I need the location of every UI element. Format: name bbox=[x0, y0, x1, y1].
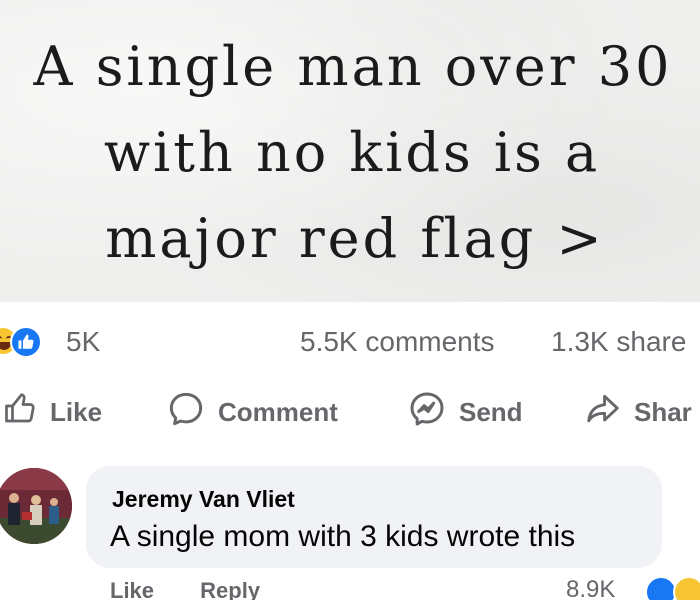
comment-reaction-count[interactable]: 8.9K bbox=[566, 576, 615, 600]
comment-like-link[interactable]: Like bbox=[110, 578, 154, 600]
post-stats: 5K 5.5K comments 1.3K share bbox=[0, 302, 700, 374]
post-image[interactable]: A single man over 30 with no kids is a m… bbox=[0, 0, 700, 302]
comment-author[interactable]: Jeremy Van Vliet bbox=[112, 486, 295, 513]
facebook-post: A single man over 30 with no kids is a m… bbox=[0, 0, 700, 600]
comment-bubble: Jeremy Van Vliet A single mom with 3 kid… bbox=[86, 466, 662, 568]
thumbs-up-icon bbox=[2, 391, 38, 434]
comments-count-link[interactable]: 5.5K comments bbox=[300, 326, 495, 358]
share-button[interactable]: Shar bbox=[584, 390, 692, 434]
reaction-count[interactable]: 5K bbox=[66, 326, 100, 358]
like-reaction-icon bbox=[10, 326, 42, 358]
share-arrow-icon bbox=[584, 390, 622, 435]
messenger-icon bbox=[407, 389, 447, 436]
reaction-icons[interactable] bbox=[0, 324, 48, 358]
send-button-label: Send bbox=[459, 396, 523, 427]
speech-bubble-icon bbox=[166, 389, 206, 436]
comment-text: A single mom with 3 kids wrote this bbox=[110, 520, 576, 553]
shares-count-link[interactable]: 1.3K share bbox=[551, 326, 686, 358]
comment-haha-reaction-icon bbox=[673, 576, 700, 600]
send-button[interactable]: Send bbox=[407, 390, 523, 434]
comment-button[interactable]: Comment bbox=[166, 390, 338, 434]
comment-reply-link[interactable]: Reply bbox=[200, 578, 260, 600]
post-action-bar: Like Comment Send Shar bbox=[0, 376, 700, 448]
comment-actions: Like Reply bbox=[110, 578, 300, 600]
like-button-label: Like bbox=[50, 396, 103, 427]
avatar[interactable] bbox=[0, 468, 72, 544]
comment-button-label: Comment bbox=[218, 396, 338, 427]
post-image-line-1: A single man over 30 bbox=[33, 35, 673, 98]
post-image-line-2: with no kids is a bbox=[103, 121, 601, 184]
comment-item: Jeremy Van Vliet A single mom with 3 kid… bbox=[0, 462, 700, 600]
post-image-line-3: major red flag > bbox=[105, 207, 605, 270]
like-button[interactable]: Like bbox=[2, 390, 102, 434]
comment-like-reaction-icon bbox=[645, 576, 677, 600]
share-button-label: Shar bbox=[634, 396, 692, 427]
